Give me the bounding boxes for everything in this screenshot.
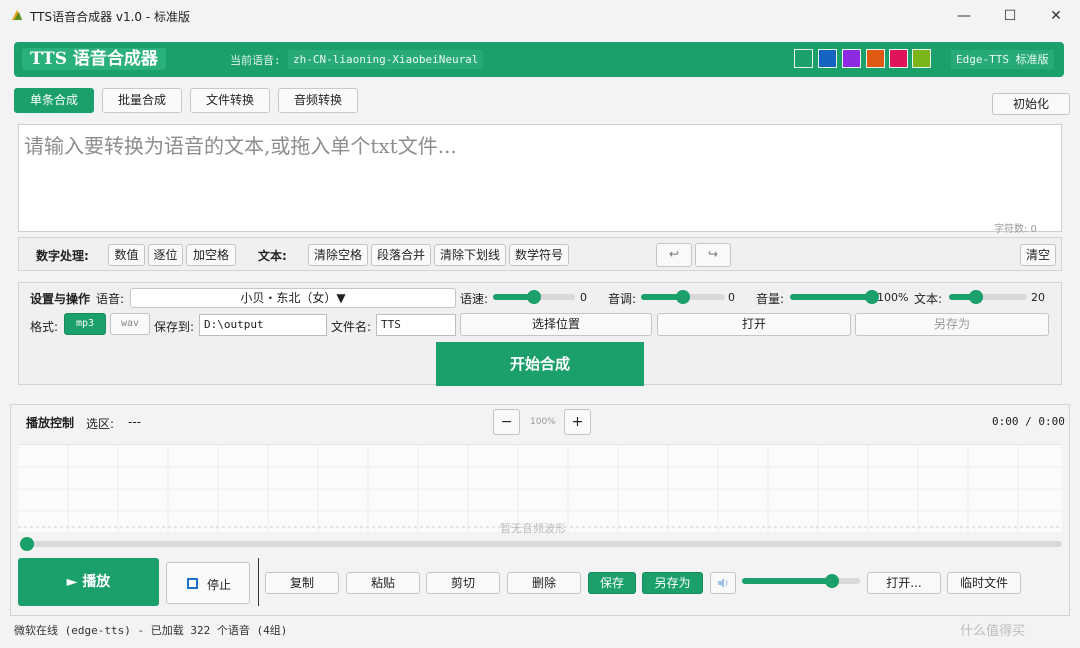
speaker-icon[interactable] — [710, 572, 736, 594]
paste-button[interactable]: 粘贴 — [346, 572, 420, 594]
text-size-value: 20 — [1031, 291, 1045, 304]
playback-progress-thumb[interactable] — [20, 537, 34, 551]
tab-single[interactable]: 单条合成 — [14, 88, 94, 113]
rate-slider-thumb[interactable] — [527, 290, 541, 304]
pitch-slider-thumb[interactable] — [676, 290, 690, 304]
clear-underline-button[interactable]: 清除下划线 — [434, 244, 506, 266]
theme-swatch-purple[interactable] — [842, 49, 861, 68]
theme-swatch-blue[interactable] — [818, 49, 837, 68]
close-button[interactable]: ✕ — [1034, 4, 1078, 28]
playback-title: 播放控制 — [26, 416, 75, 430]
text-input-placeholder: 请输入要转换为语音的文本,或拖入单个txt文件... — [24, 134, 457, 158]
window-title: TTS语音合成器 v1.0 - 标准版 — [30, 10, 191, 24]
undo-icon[interactable]: ↩ — [656, 243, 692, 267]
theme-swatch-red[interactable] — [889, 49, 908, 68]
theme-swatch-lime[interactable] — [912, 49, 931, 68]
voice-select[interactable]: 小贝・东北（女）▼ — [130, 288, 456, 308]
stop-label: 停止 — [207, 578, 232, 592]
tab-batch[interactable]: 批量合成 — [102, 88, 182, 113]
selection-label: 选区: — [86, 417, 115, 431]
math-symbols-button[interactable]: 数学符号 — [509, 244, 569, 266]
playback-progress-slider[interactable] — [22, 541, 1062, 547]
filename-label: 文件名: — [331, 320, 372, 334]
volume-value: 100% — [877, 291, 909, 304]
app-icon — [12, 10, 22, 20]
playback-volume-fill — [742, 578, 832, 584]
current-voice-label: 当前语音: — [230, 54, 281, 67]
zoom-value: 100% — [530, 417, 556, 427]
playback-volume-thumb[interactable] — [825, 574, 839, 588]
pitch-label: 音调: — [608, 292, 637, 306]
choose-location-button[interactable]: 选择位置 — [460, 313, 652, 336]
stop-button[interactable]: 停止 — [166, 562, 250, 604]
start-synthesis-button[interactable]: 开始合成 — [436, 342, 644, 386]
temp-file-button[interactable]: 临时文件 — [947, 572, 1021, 594]
save-to-input[interactable]: D:\output — [199, 314, 327, 336]
minimize-button[interactable]: — — [942, 4, 986, 28]
save-as-button[interactable]: 另存为 — [855, 313, 1049, 336]
init-button[interactable]: 初始化 — [992, 93, 1070, 115]
clear-button[interactable]: 清空 — [1020, 244, 1056, 266]
volume-slider-fill — [790, 294, 872, 300]
time-display: 0:00 / 0:00 — [992, 415, 1065, 428]
theme-swatch-green[interactable] — [794, 49, 813, 68]
save-audio-as-button[interactable]: 另存为 — [642, 572, 703, 594]
number-processing-label: 数字处理: — [36, 249, 89, 263]
format-label: 格式: — [30, 320, 59, 334]
save-to-label: 保存到: — [154, 320, 195, 334]
save-audio-button[interactable]: 保存 — [588, 572, 636, 594]
open-folder-button[interactable]: 打开 — [657, 313, 851, 336]
status-text: 微软在线 (edge-tts) - 已加载 322 个语音 (4组) — [14, 624, 288, 637]
clear-spaces-button[interactable]: 清除空格 — [308, 244, 368, 266]
current-voice-value: zh-CN-liaoning-XiaobeiNeural — [288, 50, 484, 69]
rate-value: 0 — [580, 291, 587, 304]
open-audio-button[interactable]: 打开... — [867, 572, 941, 594]
divider — [258, 558, 259, 606]
merge-paragraphs-button[interactable]: 段落合并 — [371, 244, 431, 266]
char-count: 字符数: 0 — [994, 224, 1037, 235]
number-digit-button[interactable]: 逐位 — [148, 244, 183, 266]
text-size-label: 文本: — [914, 292, 943, 306]
rate-label: 语速: — [460, 292, 489, 306]
settings-section-label: 设置与操作 — [30, 292, 91, 306]
redo-icon[interactable]: ↪ — [695, 243, 731, 267]
filename-input[interactable]: TTS — [376, 314, 456, 336]
cut-button[interactable]: 剪切 — [426, 572, 500, 594]
theme-swatch-orange[interactable] — [866, 49, 885, 68]
format-wav-button[interactable]: wav — [110, 313, 150, 335]
text-size-slider-thumb[interactable] — [969, 290, 983, 304]
edition-badge: Edge-TTS 标准版 — [951, 50, 1054, 69]
pitch-value: 0 — [728, 291, 735, 304]
delete-button[interactable]: 删除 — [507, 572, 581, 594]
watermark: 什么值得买 — [960, 624, 1026, 639]
volume-label: 音量: — [756, 292, 785, 306]
tab-file-convert[interactable]: 文件转换 — [190, 88, 270, 113]
stop-icon — [187, 578, 198, 589]
waveform-area[interactable] — [18, 444, 1062, 533]
zoom-out-button[interactable]: − — [493, 409, 520, 435]
format-mp3-button[interactable]: mp3 — [64, 313, 106, 335]
voice-label: 语音: — [96, 292, 125, 306]
play-button[interactable]: ► 播放 — [18, 558, 159, 606]
text-processing-label: 文本: — [258, 249, 287, 263]
number-value-button[interactable]: 数值 — [108, 244, 145, 266]
empty-waveform-text: 暂无音频波形 — [500, 522, 566, 535]
app-brand: TTS 语音合成器 — [22, 48, 166, 70]
maximize-button[interactable]: ☐ — [988, 4, 1032, 28]
number-space-button[interactable]: 加空格 — [186, 244, 236, 266]
copy-button[interactable]: 复制 — [265, 572, 339, 594]
zoom-in-button[interactable]: + — [564, 409, 591, 435]
selection-value: --- — [128, 415, 141, 429]
tab-audio-convert[interactable]: 音频转换 — [278, 88, 358, 113]
